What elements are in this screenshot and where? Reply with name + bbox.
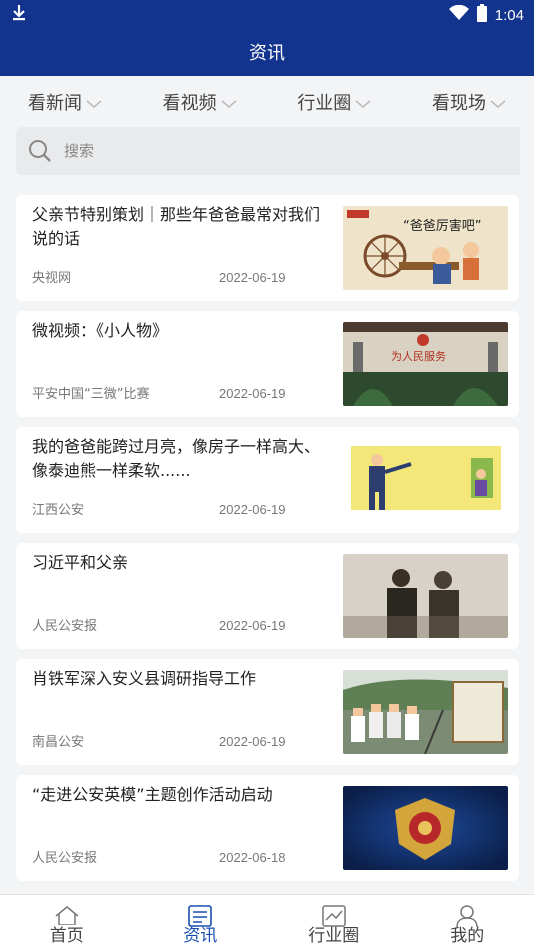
news-date: 2022-06-19 [219, 618, 286, 633]
news-thumbnail [343, 554, 508, 638]
news-thumbnail: 为人民服务 [343, 322, 508, 406]
tab-video[interactable]: 看视频 [163, 89, 237, 115]
tab-label: 看视频 [162, 93, 217, 114]
thumb-caption: “爸爸厉害吧” [403, 218, 481, 234]
nav-mine[interactable]: 我的 [401, 895, 534, 949]
news-card[interactable]: 肖铁军深入安义县调研指导工作 南昌公安 2022-06-19 [16, 659, 519, 765]
tab-label: 看新闻 [28, 93, 82, 114]
news-date: 2022-06-19 [219, 270, 286, 285]
nav-label: 首页 [49, 926, 84, 946]
chevron-down-icon [355, 100, 371, 109]
news-date: 2022-06-18 [219, 850, 286, 865]
news-date: 2022-06-19 [219, 734, 286, 749]
news-title: 习近平和父亲 [32, 553, 129, 572]
news-title: 肖铁军深入安义县调研指导工作 [32, 669, 257, 688]
chevron-down-icon [221, 100, 237, 109]
nav-industry[interactable]: 行业圈 [267, 895, 401, 949]
news-title: “走进公安英模”主题创作活动启动 [32, 785, 273, 804]
news-title: 父亲节特别策划｜那些年爸爸最常对我们说的话 [32, 205, 321, 248]
news-date: 2022-06-19 [219, 502, 286, 517]
battery-icon [476, 4, 487, 26]
search-icon [29, 140, 51, 162]
news-source: 江西公安 [32, 503, 85, 518]
nav-label: 我的 [450, 926, 485, 946]
news-card[interactable]: 习近平和父亲 人民公安报 2022-06-19 [16, 543, 519, 649]
news-source: 人民公安报 [32, 851, 98, 866]
news-thumbnail: “爸爸厉害吧” [343, 206, 508, 290]
news-source: 平安中国“三微”比赛 [32, 387, 150, 402]
nav-news[interactable]: 资讯 [134, 895, 268, 949]
news-thumbnail [343, 786, 508, 870]
wifi-icon [448, 4, 469, 25]
search-bar [16, 127, 520, 175]
tab-label: 看现场 [431, 93, 486, 114]
news-card[interactable]: 微视频：《小人物》 平安中国“三微”比赛 2022-06-19 为人民服务 [16, 311, 519, 417]
tab-news[interactable]: 看新闻 [28, 89, 102, 115]
search-input[interactable] [64, 142, 464, 160]
download-icon [12, 4, 26, 26]
tab-scene[interactable]: 看现场 [432, 89, 506, 115]
news-source: 央视网 [32, 271, 72, 286]
category-tabs: 看新闻 看视频 行业圈 看现场 [0, 76, 534, 128]
news-source: 人民公安报 [32, 619, 98, 634]
tab-label: 行业圈 [297, 93, 352, 114]
chevron-down-icon [86, 100, 102, 109]
nav-home[interactable]: 首页 [0, 895, 134, 949]
bottom-nav: 首页 资讯 行业圈 我的 [0, 894, 534, 949]
page-title: 资讯 [249, 43, 285, 64]
news-card[interactable]: 我的爸爸能跨过月亮，像房子一样高大、像泰迪熊一样柔软...... 江西公安 20… [16, 427, 519, 533]
news-thumbnail [343, 670, 508, 754]
status-time: 1:04 [494, 6, 524, 24]
thumb-sign: 为人民服务 [391, 350, 446, 363]
news-date: 2022-06-19 [219, 386, 286, 401]
news-title: 我的爸爸能跨过月亮，像房子一样高大、像泰迪熊一样柔软...... [32, 437, 321, 480]
status-bar: 1:04 [0, 0, 534, 28]
news-thumbnail [343, 438, 508, 522]
news-card[interactable]: “走进公安英模”主题创作活动启动 人民公安报 2022-06-18 [16, 775, 519, 881]
news-card[interactable]: 父亲节特别策划｜那些年爸爸最常对我们说的话 央视网 2022-06-19 “爸爸… [16, 195, 519, 301]
news-title: 微视频：《小人物》 [32, 321, 169, 340]
app-bar: 资讯 [0, 28, 534, 76]
chevron-down-icon [490, 100, 506, 109]
news-source: 南昌公安 [32, 735, 85, 750]
nav-label: 行业圈 [308, 926, 360, 946]
tab-industry[interactable]: 行业圈 [297, 89, 371, 115]
news-list: 父亲节特别策划｜那些年爸爸最常对我们说的话 央视网 2022-06-19 “爸爸… [16, 195, 520, 891]
nav-label: 资讯 [183, 926, 218, 946]
